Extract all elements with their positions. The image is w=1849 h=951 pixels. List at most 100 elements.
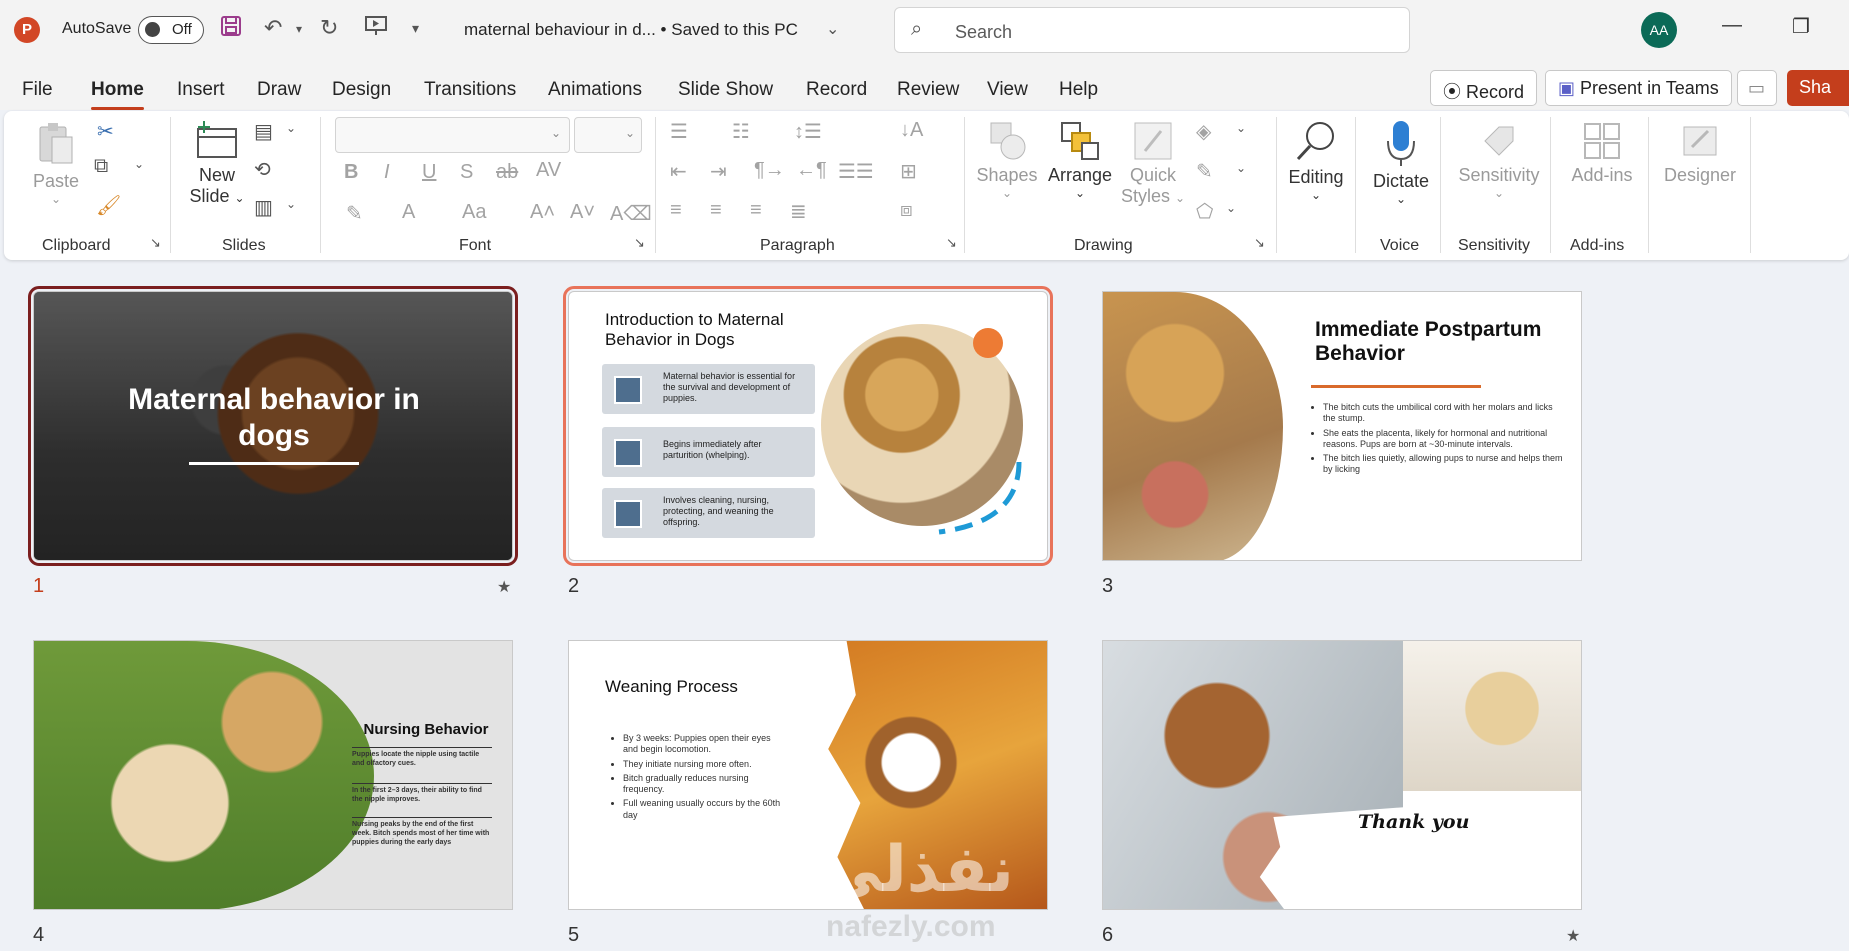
increase-font-icon[interactable]: A˄ xyxy=(530,201,555,224)
autosave-state: Off xyxy=(172,21,192,38)
reset-slide-icon[interactable]: ⟲ xyxy=(254,157,271,182)
minimize-icon[interactable]: — xyxy=(1722,14,1742,37)
document-title[interactable]: maternal behaviour in d... • Saved to th… xyxy=(464,20,798,40)
tab-file[interactable]: File xyxy=(22,79,53,101)
separator xyxy=(1550,117,1551,253)
tab-transitions[interactable]: Transitions xyxy=(424,79,516,101)
tab-review[interactable]: Review xyxy=(897,79,959,101)
tab-draw[interactable]: Draw xyxy=(257,79,301,101)
italic-icon[interactable]: I xyxy=(384,161,390,184)
shape-outline-icon[interactable]: ✎ xyxy=(1196,159,1213,184)
shape-fill-icon[interactable]: ◈ xyxy=(1196,119,1211,144)
arrange-button[interactable]: Arrange ⌄ xyxy=(1044,121,1116,200)
slide-thumbnail-3[interactable]: Immediate Postpartum Behavior The bitch … xyxy=(1102,291,1582,561)
orange-dot xyxy=(973,328,1003,358)
present-in-teams-button[interactable]: ▣ Present in Teams xyxy=(1545,70,1732,106)
tab-design[interactable]: Design xyxy=(332,79,391,101)
clear-formatting-icon[interactable]: A⌫ xyxy=(610,201,652,226)
bullets-icon[interactable]: ☰ xyxy=(670,119,688,144)
layout-icon[interactable]: ▤ xyxy=(254,119,273,144)
slide-thumbnail-6[interactable]: Thank you xyxy=(1102,640,1582,910)
sensitivity-button[interactable]: Sensitivity ⌄ xyxy=(1452,121,1546,200)
shape-outline-dropdown-icon[interactable]: ⌄ xyxy=(1236,161,1246,175)
save-icon[interactable] xyxy=(220,15,242,43)
search-input[interactable]: ⌕ Search xyxy=(894,7,1410,53)
stomach-icon xyxy=(614,500,642,528)
align-left-icon[interactable]: ≡ xyxy=(670,199,682,222)
copy-dropdown-icon[interactable]: ⌄ xyxy=(134,157,144,171)
title-chevron-down-icon[interactable]: ⌄ xyxy=(826,19,839,39)
text-shadow-icon[interactable]: S xyxy=(460,161,473,184)
present-from-start-icon[interactable] xyxy=(364,15,388,43)
addins-button[interactable]: Add-ins xyxy=(1562,121,1642,186)
card-text: Begins immediately after parturition (wh… xyxy=(663,439,762,460)
section-dropdown-icon[interactable]: ⌄ xyxy=(286,197,296,211)
text-direction-icon[interactable]: ↓A xyxy=(900,119,923,142)
columns-icon[interactable]: ☰☰ xyxy=(838,159,874,184)
record-button[interactable]: ⦿ Record xyxy=(1430,70,1538,106)
paste-button[interactable]: Paste ⌄ xyxy=(26,121,86,206)
drawing-launcher-icon[interactable]: ↘ xyxy=(1254,235,1265,251)
smartart-icon[interactable]: ⧈ xyxy=(900,199,913,222)
rtl-icon[interactable]: ←¶ xyxy=(796,159,827,182)
avatar[interactable]: AA xyxy=(1641,12,1677,48)
tab-record[interactable]: Record xyxy=(806,79,867,101)
paragraph-launcher-icon[interactable]: ↘ xyxy=(946,235,957,251)
dictate-button[interactable]: Dictate ⌄ xyxy=(1366,119,1436,206)
shape-effects-dropdown-icon[interactable]: ⌄ xyxy=(1226,201,1236,215)
tab-help[interactable]: Help xyxy=(1059,79,1098,101)
quick-styles-button[interactable]: Quick Styles ⌄ xyxy=(1120,121,1186,207)
comments-button[interactable]: ▭ xyxy=(1737,70,1777,106)
new-slide-dropdown-icon[interactable]: ⌄ xyxy=(234,191,244,205)
change-case-icon[interactable]: Aa xyxy=(462,201,486,224)
autosave-toggle[interactable]: Off xyxy=(138,16,204,44)
editing-button[interactable]: Editing ⌄ xyxy=(1284,119,1348,202)
tab-animations[interactable]: Animations xyxy=(548,79,642,101)
layout-dropdown-icon[interactable]: ⌄ xyxy=(286,121,296,135)
undo-icon[interactable]: ↶ xyxy=(264,15,282,41)
bold-icon[interactable]: B xyxy=(344,161,358,184)
font-family-select[interactable]: ⌄ xyxy=(335,117,570,153)
slide-thumbnail-2[interactable]: Introduction to Maternal Behavior in Dog… xyxy=(563,286,1053,566)
align-right-icon[interactable]: ≡ xyxy=(750,199,762,222)
shapes-button[interactable]: Shapes ⌄ xyxy=(974,121,1040,200)
customize-toolbar-icon[interactable]: ▾ xyxy=(412,20,419,37)
restore-icon[interactable]: ❐ xyxy=(1792,14,1810,39)
justify-icon[interactable]: ≣ xyxy=(790,199,807,224)
cut-icon[interactable]: ✂ xyxy=(97,119,114,144)
section-icon[interactable]: ▥ xyxy=(254,195,273,220)
redo-icon[interactable]: ↻ xyxy=(320,15,338,41)
copy-icon[interactable]: ⧉ xyxy=(94,155,108,178)
highlight-icon[interactable]: ✎ xyxy=(346,201,363,226)
font-launcher-icon[interactable]: ↘ xyxy=(634,235,645,251)
ltr-icon[interactable]: ¶→ xyxy=(754,159,785,182)
character-spacing-icon[interactable]: AV xyxy=(536,159,561,182)
underline-icon[interactable]: U xyxy=(422,161,436,184)
increase-indent-icon[interactable]: ⇥ xyxy=(710,159,727,184)
clipboard-launcher-icon[interactable]: ↘ xyxy=(150,235,161,251)
tab-home[interactable]: Home xyxy=(91,79,144,110)
share-button[interactable]: Sha xyxy=(1787,70,1849,106)
shape-fill-dropdown-icon[interactable]: ⌄ xyxy=(1236,121,1246,135)
slide-thumbnail-1[interactable]: Maternal behavior in dogs xyxy=(28,286,518,566)
decrease-font-icon[interactable]: A˅ xyxy=(570,201,595,224)
line-spacing-icon[interactable]: ↕☰ xyxy=(794,119,822,144)
new-slide-button[interactable]: New Slide ⌄ xyxy=(182,121,252,207)
separator xyxy=(320,117,321,253)
decrease-indent-icon[interactable]: ⇤ xyxy=(670,159,687,184)
font-color-icon[interactable]: A xyxy=(402,201,415,224)
numbering-icon[interactable]: ☷ xyxy=(732,119,750,144)
designer-button[interactable]: Designer xyxy=(1658,121,1742,186)
align-center-icon[interactable]: ≡ xyxy=(710,199,722,222)
slide-thumbnail-4[interactable]: Nursing Behavior Puppies locate the nipp… xyxy=(33,640,513,910)
align-text-icon[interactable]: ⊞ xyxy=(900,159,917,184)
tab-view[interactable]: View xyxy=(987,79,1028,101)
format-painter-icon[interactable]: 🖌 xyxy=(96,193,121,218)
tab-insert[interactable]: Insert xyxy=(177,79,225,101)
shape-effects-icon[interactable]: ⬠ xyxy=(1196,199,1213,224)
font-size-select[interactable]: ⌄ xyxy=(574,117,642,153)
quick-styles-label-2: Styles xyxy=(1120,186,1170,206)
tab-slide-show[interactable]: Slide Show xyxy=(678,79,773,101)
undo-dropdown-icon[interactable]: ▾ xyxy=(296,22,302,36)
strikethrough-icon[interactable]: ab xyxy=(496,161,518,184)
